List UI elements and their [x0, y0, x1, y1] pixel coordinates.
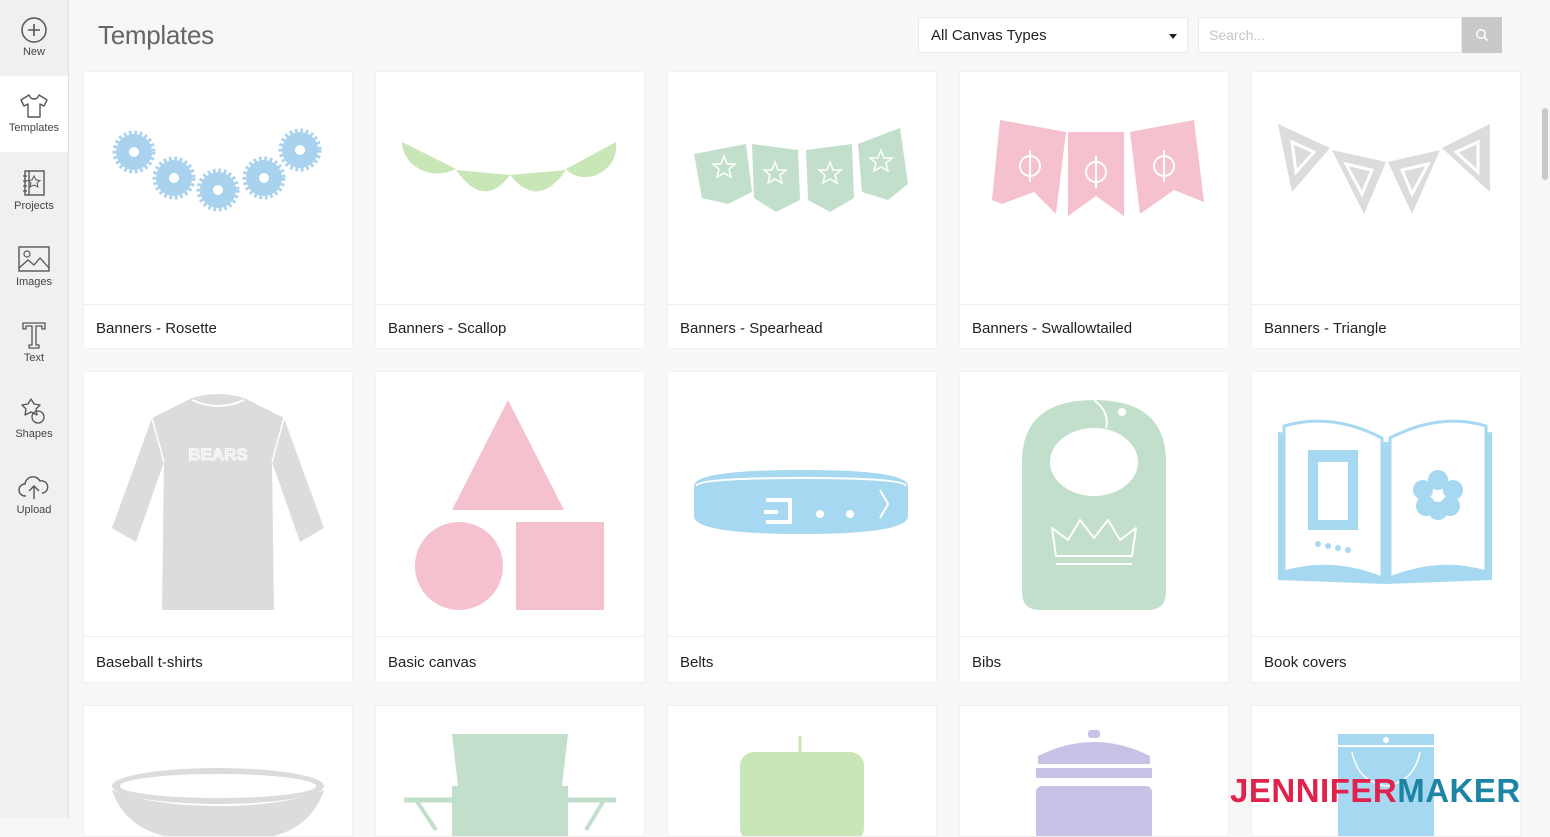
template-thumbnail — [960, 372, 1228, 637]
template-card[interactable]: Banners - Spearhead — [668, 72, 936, 348]
sidebar-item-label: Shapes — [15, 428, 53, 440]
tshirt-icon — [20, 94, 48, 118]
template-card[interactable]: BEARS Baseball t-shirts — [84, 372, 352, 682]
template-thumbnail — [376, 72, 644, 305]
main-content: Templates All Canvas Types Banners - Ros… — [72, 0, 1550, 837]
sidebar-item-projects[interactable]: Projects — [0, 152, 68, 228]
template-name: Book covers — [1264, 654, 1347, 671]
template-thumbnail — [376, 372, 644, 637]
template-thumbnail — [84, 706, 352, 837]
open-book-icon — [1278, 419, 1492, 584]
sidebar-item-upload[interactable]: Upload — [0, 456, 68, 532]
triangle-banner-icon — [1278, 124, 1490, 214]
cloud-upload-icon — [18, 476, 49, 499]
template-card[interactable]: Basic canvas — [376, 372, 644, 682]
sidebar-item-new[interactable]: New — [0, 0, 68, 76]
template-name: Banners - Swallowtailed — [972, 320, 1133, 337]
template-thumbnail — [668, 72, 936, 305]
book-icon — [23, 170, 45, 196]
template-card[interactable]: Bibs — [960, 372, 1228, 682]
template-thumbnail — [84, 72, 352, 305]
sidebar-item-label: Upload — [16, 504, 52, 516]
jennifermaker-watermark: JENNIFERMAKER — [1230, 772, 1521, 809]
search-button[interactable] — [1462, 17, 1502, 53]
template-name: Belts — [680, 654, 714, 671]
template-card[interactable] — [376, 706, 644, 837]
template-name: Baseball t-shirts — [96, 654, 203, 671]
canvas-type-value: All Canvas Types — [931, 27, 1047, 44]
sidebar-item-images[interactable]: Images — [0, 228, 68, 304]
template-card[interactable] — [1252, 706, 1520, 837]
shapes-icon — [21, 398, 45, 424]
template-card[interactable]: Banners - Rosette — [84, 72, 352, 348]
plus-circle-icon — [21, 17, 47, 43]
scrollbar-thumb[interactable] — [1542, 108, 1548, 180]
search-input[interactable] — [1198, 17, 1462, 53]
template-thumbnail — [1252, 72, 1520, 305]
sidebar: New Templates Projects Images Text Shape… — [0, 0, 69, 818]
template-card[interactable]: Banners - Scallop — [376, 72, 644, 348]
sidebar-item-label: Templates — [8, 122, 60, 134]
template-name: Banners - Rosette — [96, 320, 217, 337]
template-thumbnail — [668, 706, 936, 837]
rosette-banner-icon — [112, 128, 322, 212]
page-title: Templates — [98, 20, 214, 50]
caret-down-icon — [1169, 34, 1177, 39]
bib-icon — [1022, 399, 1166, 610]
sidebar-item-label: Text — [23, 352, 45, 364]
template-thumbnail — [1252, 372, 1520, 637]
template-name: Bibs — [972, 654, 1002, 671]
canvas-type-dropdown[interactable]: All Canvas Types — [918, 17, 1188, 53]
template-name: Banners - Scallop — [388, 320, 507, 337]
template-thumbnail — [960, 706, 1228, 837]
swallowtail-banner-icon — [992, 120, 1204, 216]
text-icon — [22, 322, 46, 349]
template-card[interactable]: Belts — [668, 372, 936, 682]
basic-shapes-icon — [415, 400, 604, 610]
template-thumbnail — [376, 706, 644, 837]
template-card[interactable]: Banners - Triangle — [1252, 72, 1520, 348]
template-thumbnail: BEARS — [84, 372, 352, 637]
scallop-banner-icon — [402, 142, 617, 192]
sidebar-item-label: Images — [15, 276, 53, 288]
spearhead-banner-icon — [694, 128, 908, 212]
template-card[interactable] — [960, 706, 1228, 837]
baseball-tshirt-icon: BEARS — [112, 394, 324, 610]
sidebar-item-templates[interactable]: Templates — [0, 76, 68, 152]
candle-icon — [740, 736, 864, 836]
belt-icon — [694, 470, 908, 534]
sidebar-item-text[interactable]: Text — [0, 304, 68, 380]
bowl-icon — [112, 768, 324, 836]
image-icon — [18, 246, 50, 272]
sidebar-item-shapes[interactable]: Shapes — [0, 380, 68, 456]
template-name: Banners - Spearhead — [680, 320, 823, 337]
search-icon — [1476, 29, 1489, 42]
camp-chair-icon — [404, 734, 616, 836]
template-name: Basic canvas — [388, 654, 477, 671]
template-card[interactable]: Banners - Swallowtailed — [960, 72, 1228, 348]
jeans-icon — [1338, 734, 1434, 836]
template-thumbnail — [668, 372, 936, 637]
sidebar-item-label: Projects — [14, 200, 54, 212]
sidebar-item-label: New — [22, 46, 45, 58]
template-name: Banners - Triangle — [1264, 320, 1387, 337]
canister-icon — [1036, 730, 1152, 836]
template-card[interactable] — [84, 706, 352, 837]
template-card[interactable] — [668, 706, 936, 837]
bears-shirt-text: BEARS — [188, 445, 248, 464]
template-card[interactable]: Book covers — [1252, 372, 1520, 682]
template-thumbnail — [960, 72, 1228, 305]
